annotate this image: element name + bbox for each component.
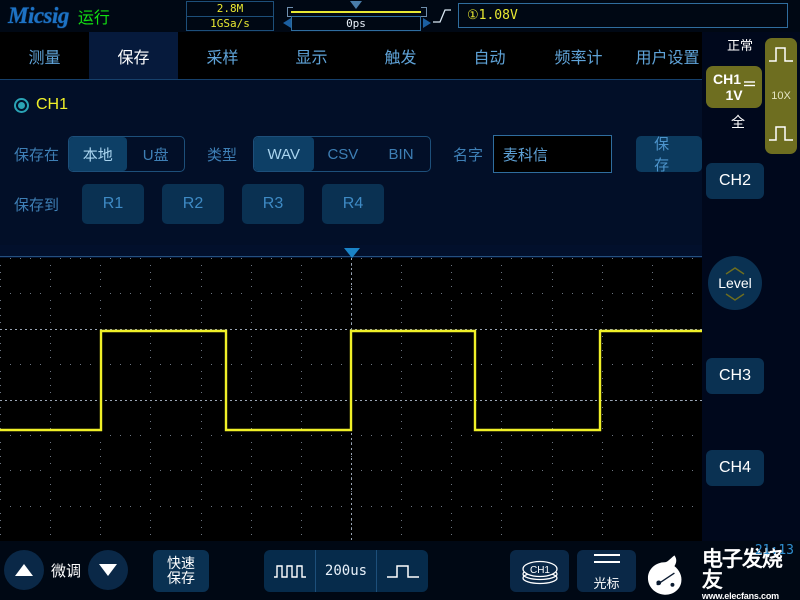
pulse-icon-top	[768, 44, 794, 69]
cursor-lines-icon	[593, 551, 621, 572]
waveform-grid[interactable]	[0, 258, 702, 541]
ch1-label: CH1	[712, 71, 741, 87]
tab-user-settings[interactable]: 用户设置	[623, 32, 712, 79]
save-to-label: 保存到	[14, 196, 60, 214]
save-location-label: 保存在	[14, 146, 60, 164]
dc-coupling-icon	[744, 75, 755, 87]
ch2-button[interactable]: CH2	[706, 163, 764, 199]
oscilloscope-screen: Micsig 运行 2.8M 1GSa/s 0ps ①1.08V 测量 保存 采…	[0, 0, 800, 600]
save-settings-panel: CH1 保存在 本地 U盘 类型 WAV CSV BIN 名字 麦科信 保存 保…	[0, 80, 703, 245]
tab-save[interactable]: 保存	[89, 32, 178, 79]
trigger-position-icon[interactable]	[344, 248, 360, 258]
ref-slot-r1-button[interactable]: R1	[82, 184, 144, 224]
file-type-wav-button[interactable]: WAV	[253, 137, 314, 171]
timebase-value[interactable]: 200us	[315, 550, 377, 592]
ch1-settings-button[interactable]: CH1 1V	[706, 66, 762, 108]
file-type-label: 类型	[207, 146, 238, 164]
rising-edge-icon[interactable]	[432, 7, 452, 25]
time-offset-value: 0ps	[291, 16, 421, 31]
memory-bar-right-bracket	[421, 7, 427, 17]
scroll-right-icon[interactable]	[423, 18, 431, 28]
trigger-level-knob[interactable]: Level	[708, 256, 762, 310]
tab-acquire[interactable]: 采样	[178, 32, 267, 79]
waveform-ruler	[0, 245, 702, 258]
arrow-up-icon[interactable]	[4, 550, 44, 590]
save-to-row: 保存到 R1 R2 R3 R4	[14, 184, 402, 224]
probe-ratio-button[interactable]: 10X	[765, 38, 797, 154]
tab-freq-meter[interactable]: 频率计	[534, 32, 623, 79]
ref-slot-r2-button[interactable]: R2	[162, 184, 224, 224]
trigger-mode-label: 正常	[726, 38, 753, 53]
run-state-label: 运行	[77, 10, 110, 27]
ch4-button[interactable]: CH4	[706, 450, 764, 486]
main-tab-bar: 测量 保存 采样 显示 触发 自动 频率计 用户设置	[0, 32, 712, 80]
clock-label: 21:13	[754, 543, 794, 558]
quick-save-button[interactable]: 快速 保存	[153, 550, 209, 592]
tab-measure[interactable]: 测量	[0, 32, 89, 79]
save-options-row: 保存在 本地 U盘 类型 WAV CSV BIN 名字 麦科信 保存	[14, 134, 703, 174]
waveform-area[interactable]: 1	[0, 245, 702, 541]
chevron-up-icon	[725, 262, 745, 278]
bandwidth-label: 全	[731, 114, 745, 130]
waveform-plot	[0, 258, 702, 540]
save-button[interactable]: 保存	[636, 136, 703, 174]
arrow-down-icon[interactable]	[88, 550, 129, 590]
timebase-control-group: 200us	[264, 550, 428, 592]
tab-auto[interactable]: 自动	[445, 32, 534, 79]
right-sidebar: 正常 CH1 1V 全 10X CH2 Level CH3 CH4	[702, 32, 800, 541]
channel-selector-label: CH1	[36, 96, 69, 113]
scroll-left-icon[interactable]	[283, 18, 291, 28]
trigger-level-value[interactable]: ①1.08V	[458, 3, 788, 28]
memory-depth-value: 2.8M	[187, 2, 273, 17]
memory-span-bar	[291, 11, 421, 13]
quick-save-line1: 快速	[167, 555, 195, 572]
tab-trigger[interactable]: 触发	[356, 32, 445, 79]
bottom-toolbar: 微调 快速 保存 200us CH1 光标 电子发烧友 www.elecfans…	[0, 541, 800, 600]
fine-adjust-label: 微调	[51, 562, 82, 580]
ref-slot-r3-button[interactable]: R3	[242, 184, 304, 224]
quick-save-line2: 保存	[167, 570, 195, 586]
file-type-bin-button[interactable]: BIN	[372, 137, 430, 171]
top-status-bar: Micsig 运行 2.8M 1GSa/s 0ps ①1.08V	[0, 0, 800, 32]
file-name-label: 名字	[453, 146, 484, 164]
acquisition-info[interactable]: 2.8M 1GSa/s	[186, 1, 274, 31]
file-name-input[interactable]: 麦科信	[492, 135, 613, 173]
sample-rate-value: 1GSa/s	[210, 16, 250, 30]
ch1-scale-label: 1V	[725, 87, 743, 103]
pulse-icon-bottom	[768, 123, 794, 148]
svg-text:CH1: CH1	[529, 565, 549, 576]
cursor-button[interactable]: 光标	[577, 550, 636, 592]
zoom-in-waveform-icon[interactable]	[377, 550, 428, 592]
trigger-position-marker-icon	[350, 1, 362, 9]
watermark-url: www.elecfans.com	[701, 591, 779, 600]
ch3-button[interactable]: CH3	[706, 358, 764, 394]
channel-stack-button[interactable]: CH1	[510, 550, 569, 592]
cursor-label: 光标	[593, 575, 620, 591]
radio-selected-icon[interactable]	[14, 97, 29, 113]
zoom-out-waveform-icon[interactable]	[264, 550, 315, 592]
tab-display[interactable]: 显示	[267, 32, 356, 79]
file-type-segmented: WAV CSV BIN	[252, 136, 432, 172]
file-type-csv-button[interactable]: CSV	[314, 137, 372, 171]
channel-selector-row[interactable]: CH1	[14, 96, 68, 114]
save-location-segmented: 本地 U盘	[67, 136, 186, 172]
elecfans-logo-icon	[647, 555, 682, 595]
save-location-local-button[interactable]: 本地	[68, 137, 127, 171]
ref-slot-r4-button[interactable]: R4	[322, 184, 384, 224]
brand-logo: Micsig	[8, 3, 69, 28]
save-location-usb-button[interactable]: U盘	[127, 137, 184, 171]
timebase-position-widget[interactable]: 0ps	[283, 0, 433, 32]
fine-adjust-group: 微调	[4, 550, 129, 590]
probe-ratio-label: 10X	[771, 90, 791, 102]
chevron-down-icon	[725, 288, 745, 304]
